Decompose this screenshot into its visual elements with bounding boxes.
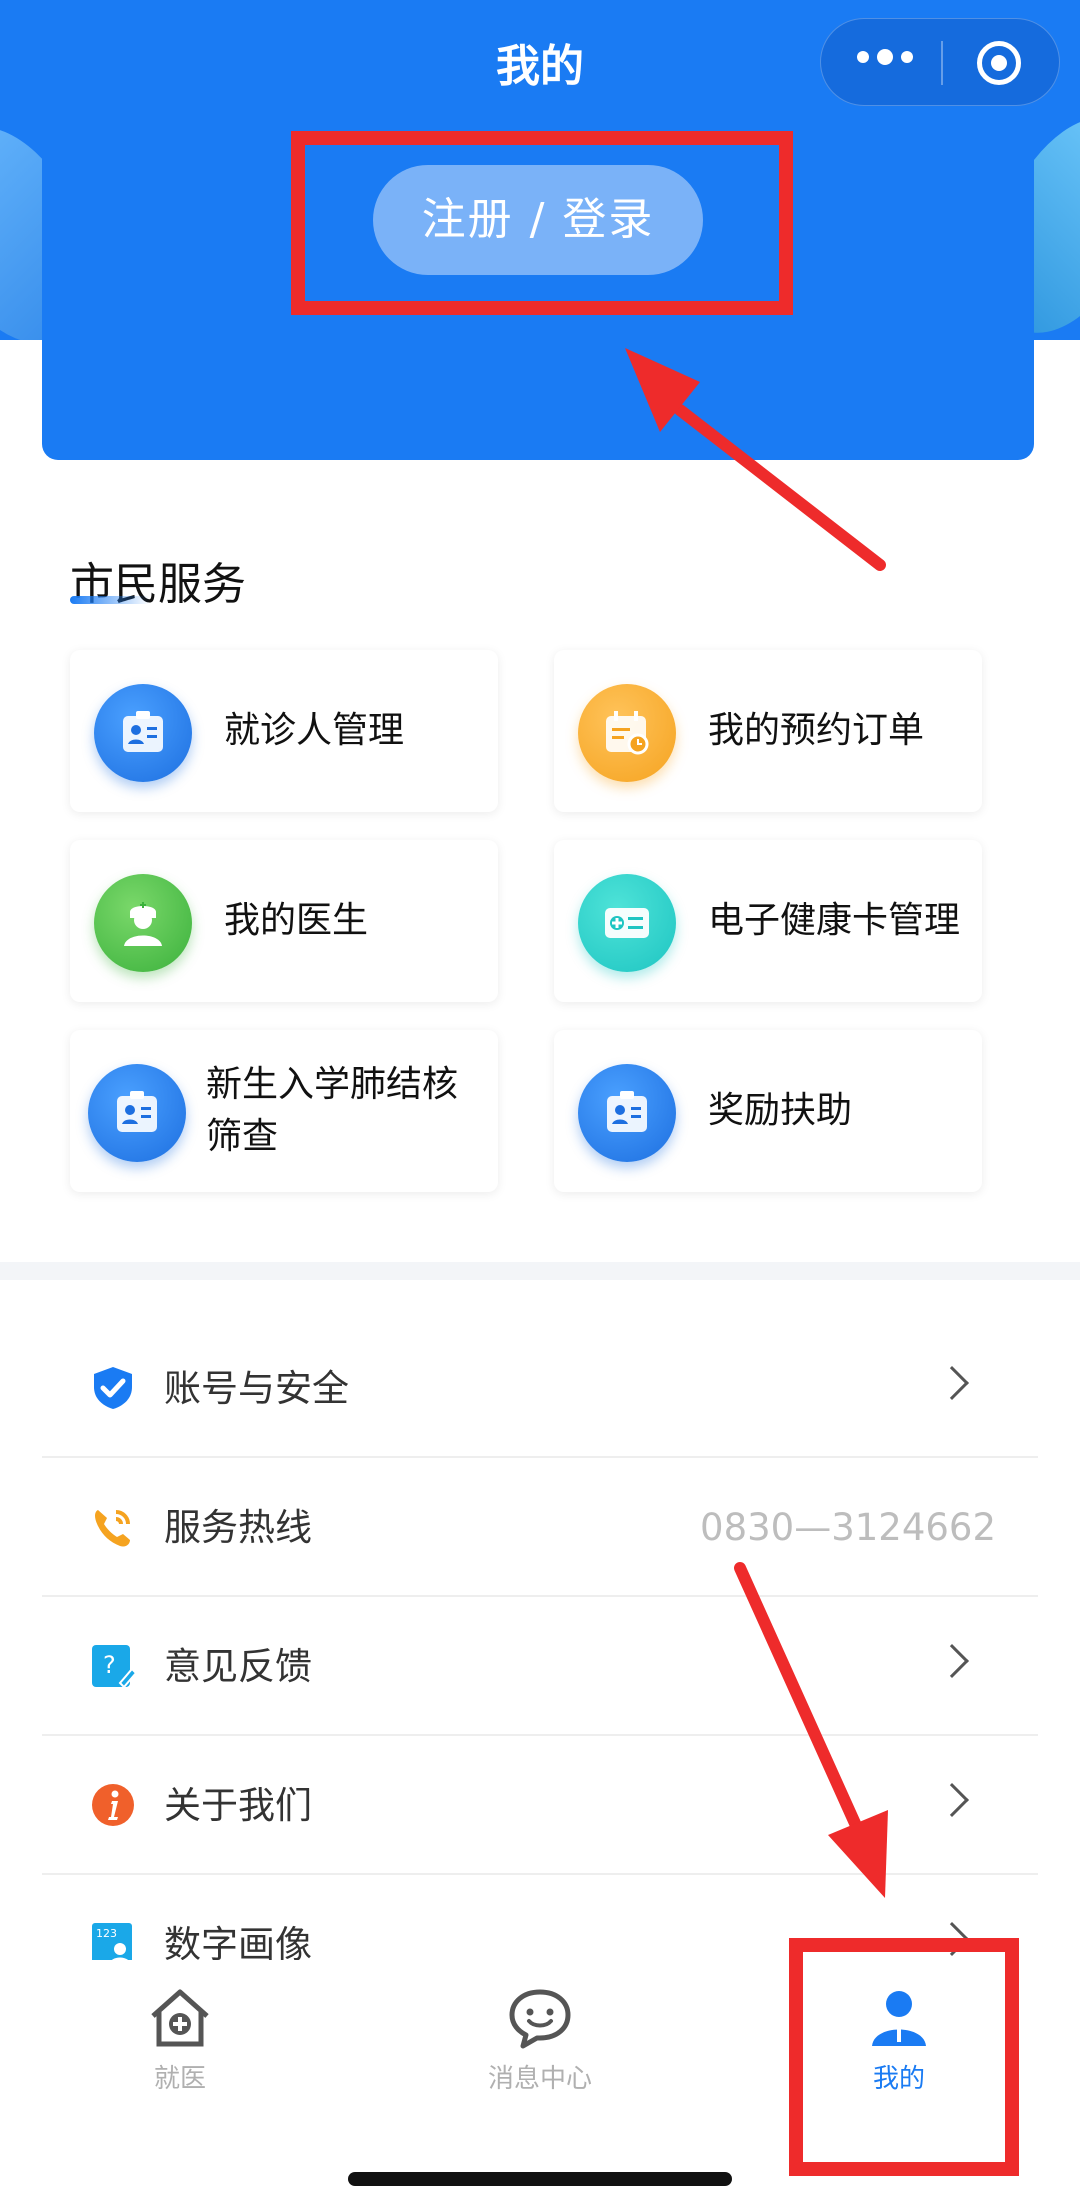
annotation-arrow-mine-tab <box>734 1562 888 1898</box>
home-indicator <box>348 2172 732 2186</box>
